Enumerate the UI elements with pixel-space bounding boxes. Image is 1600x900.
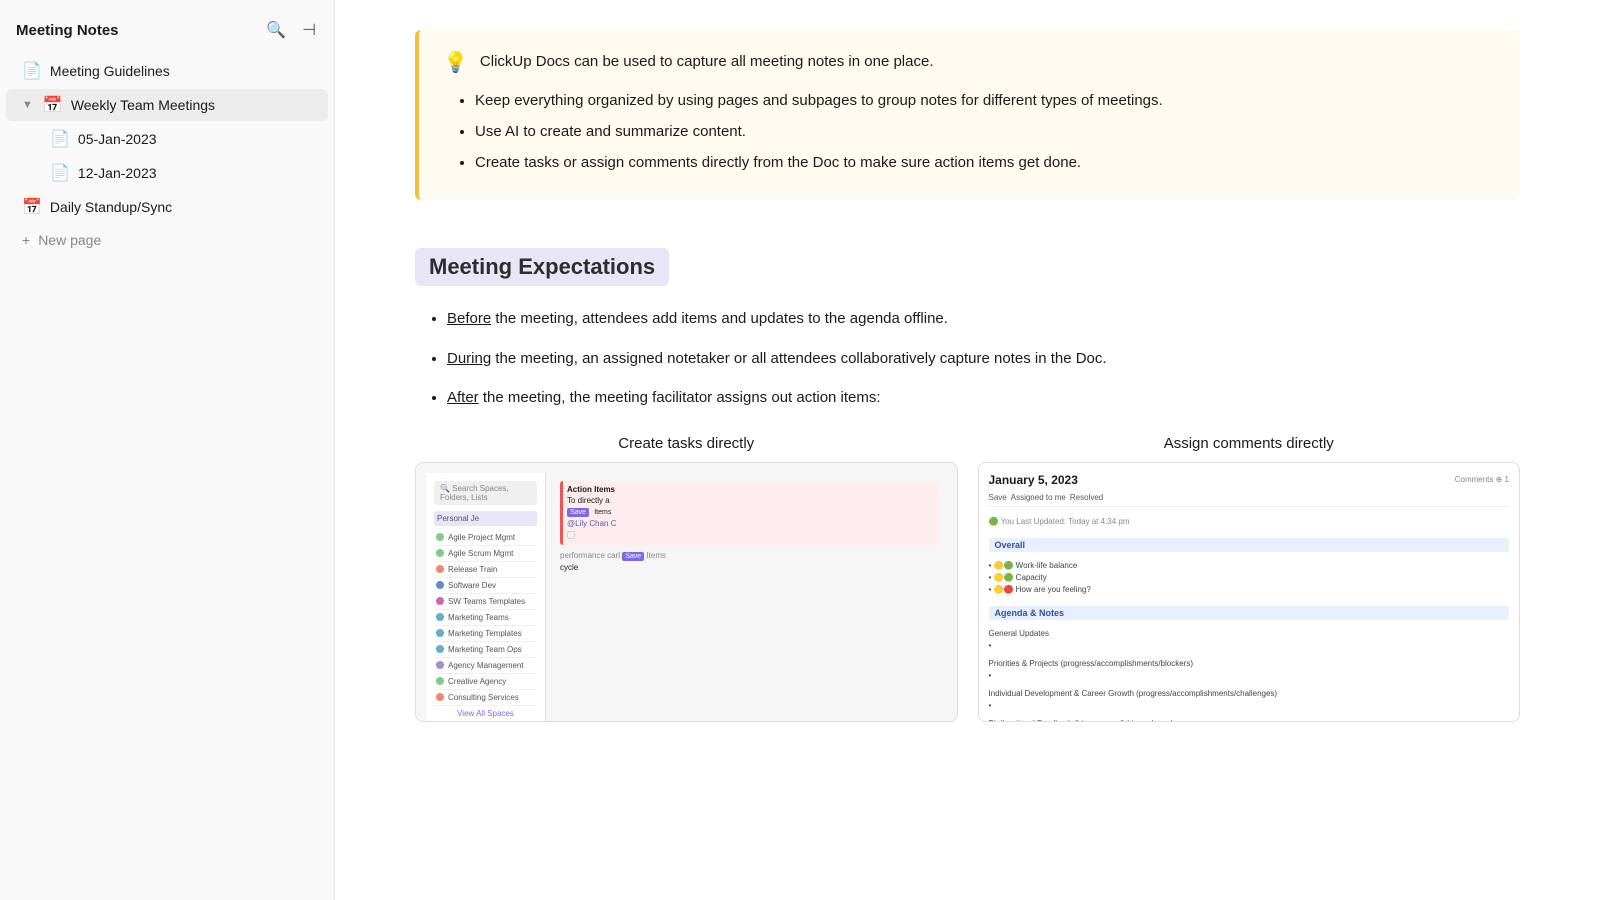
assign-comments-col: Assign comments directly January 5, 2023…	[978, 435, 1521, 722]
sidebar-item-label: 05-Jan-2023	[78, 131, 312, 147]
document-icon: 📄	[50, 129, 70, 149]
screenshots-row: Create tasks directly 🔍 Search Spaces, F…	[415, 435, 1520, 722]
mock-section-agenda: Agenda & Notes	[989, 606, 1510, 620]
calendar-icon: 📅	[43, 95, 63, 115]
list-item-after: After the meeting, the meeting facilitat…	[447, 385, 1520, 411]
new-page-label: New page	[38, 232, 101, 248]
mock-bidirectional: Bi-directional Feedback (bi-manager & bi…	[989, 718, 1510, 722]
list-item-during: During the meeting, an assigned notetake…	[447, 346, 1520, 372]
create-tasks-caption: Create tasks directly	[618, 435, 754, 452]
callout-box: 💡 ClickUp Docs can be used to capture al…	[415, 30, 1520, 200]
plus-icon: +	[22, 232, 30, 248]
callout-header: 💡 ClickUp Docs can be used to capture al…	[443, 50, 1496, 75]
meeting-expectations-list: Before the meeting, attendees add items …	[415, 306, 1520, 411]
collapse-sidebar-button[interactable]: ⊣	[300, 18, 318, 42]
after-text: the meeting, the meeting facilitator ass…	[483, 389, 881, 406]
list-item-before: Before the meeting, attendees add items …	[447, 306, 1520, 332]
mock-priorities: Priorities & Projects (progress/accompli…	[989, 658, 1510, 682]
after-label: After	[447, 389, 479, 406]
calendar-icon: 📅	[22, 197, 42, 217]
document-icon: 📄	[22, 61, 42, 81]
sidebar-item-label: Weekly Team Meetings	[71, 97, 312, 113]
sidebar-icon-group: 🔍 ⊣	[264, 18, 318, 42]
list-item: Use AI to create and summarize content.	[475, 118, 1496, 145]
sidebar: Meeting Notes 🔍 ⊣ 📄 Meeting Guidelines ▼…	[0, 0, 335, 900]
sidebar-item-12-jan-2023[interactable]: 📄 12-Jan-2023	[6, 157, 328, 189]
sidebar-header: Meeting Notes 🔍 ⊣	[0, 12, 334, 54]
sidebar-item-daily-standup[interactable]: 📅 Daily Standup/Sync	[6, 191, 328, 223]
sidebar-item-label: Meeting Guidelines	[50, 63, 312, 79]
during-text: the meeting, an assigned notetaker or al…	[495, 350, 1106, 367]
list-item: Keep everything organized by using pages…	[475, 87, 1496, 114]
main-content: 💡 ClickUp Docs can be used to capture al…	[335, 0, 1600, 900]
callout-list: Keep everything organized by using pages…	[443, 87, 1496, 176]
new-page-button[interactable]: + New page	[6, 226, 328, 254]
mock-main: Action Items To directly a Save Items @L…	[552, 473, 947, 722]
mock-general-updates: General Updates•	[989, 628, 1510, 652]
mock-date: January 5, 2023	[989, 473, 1078, 487]
before-label: Before	[447, 310, 491, 327]
document-icon: 📄	[50, 163, 70, 183]
callout-main-text: ClickUp Docs can be used to capture all …	[480, 50, 934, 74]
meeting-expectations-heading: Meeting Expectations	[429, 254, 655, 280]
create-tasks-screenshot: 🔍 Search Spaces, Folders, Lists Personal…	[415, 462, 958, 722]
mock-comments-label: Comments ⊕ 1	[1455, 475, 1509, 484]
mock-section-overall: Overall	[989, 538, 1510, 552]
sidebar-item-weekly-team-meetings[interactable]: ▼ 📅 Weekly Team Meetings	[6, 89, 328, 121]
sidebar-item-label: Daily Standup/Sync	[50, 199, 312, 215]
sidebar-item-meeting-guidelines[interactable]: 📄 Meeting Guidelines	[6, 55, 328, 87]
create-tasks-col: Create tasks directly 🔍 Search Spaces, F…	[415, 435, 958, 722]
list-item: Create tasks or assign comments directly…	[475, 149, 1496, 176]
sidebar-item-05-jan-2023[interactable]: 📄 05-Jan-2023	[6, 123, 328, 155]
during-label: During	[447, 350, 491, 367]
meeting-expectations-heading-wrapper: Meeting Expectations	[415, 248, 669, 286]
mock-search: 🔍 Search Spaces, Folders, Lists	[434, 481, 537, 505]
app-title: Meeting Notes	[16, 22, 119, 39]
assign-comments-screenshot: January 5, 2023 Comments ⊕ 1 SaveAssigne…	[978, 462, 1521, 722]
mock-individual-dev: Individual Development & Career Growth (…	[989, 688, 1510, 712]
mock-toolbar: SaveAssigned to meResolved	[989, 493, 1510, 507]
chevron-down-icon: ▼	[22, 99, 33, 111]
assign-comments-caption: Assign comments directly	[1164, 435, 1334, 452]
sidebar-item-label: 12-Jan-2023	[78, 165, 312, 181]
search-button[interactable]: 🔍	[264, 18, 288, 42]
lightbulb-icon: 💡	[443, 50, 468, 75]
mock-sidebar: 🔍 Search Spaces, Folders, Lists Personal…	[426, 473, 546, 722]
before-text: the meeting, attendees add items and upd…	[495, 310, 948, 327]
mock-overall-text: • 🟡🟢 Work-life balance • 🟡🟢 Capacity • 🟡…	[989, 560, 1510, 596]
